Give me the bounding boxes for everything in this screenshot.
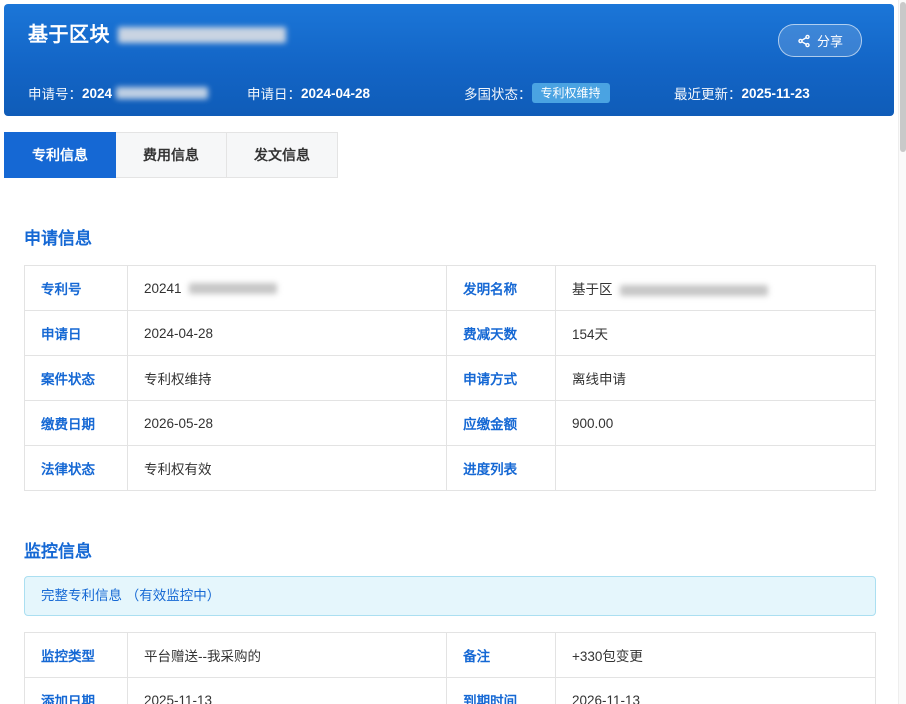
- tab-patent-info[interactable]: 专利信息: [4, 132, 116, 178]
- application-number-label: 申请号：: [28, 83, 82, 103]
- field-value: [556, 446, 876, 491]
- share-button[interactable]: 分享: [778, 24, 862, 57]
- field-label: 发明名称: [447, 266, 556, 311]
- content-area: 申请信息 专利号 20241 发明名称 基于区 申请日: [0, 224, 898, 704]
- application-date-label: 申请日：: [247, 83, 301, 103]
- redacted-invention-name-block: [620, 285, 768, 296]
- field-label: 申请日: [25, 311, 128, 356]
- tab-document-info[interactable]: 发文信息: [227, 132, 338, 178]
- field-value: 20241: [127, 266, 446, 311]
- header-meta-row: 申请号： 2024 申请日： 2024-04-28 多国状态： 专利权维持 最近…: [28, 83, 870, 103]
- field-label: 应缴金额: [447, 401, 556, 446]
- field-value: +330包变更: [556, 633, 876, 678]
- table-row: 专利号 20241 发明名称 基于区: [25, 266, 876, 311]
- header: 基于区块 分享 申请号：: [4, 4, 894, 116]
- scrollbar-thumb[interactable]: [900, 2, 906, 152]
- redacted-title-block: [118, 27, 286, 43]
- vertical-scrollbar[interactable]: [898, 0, 906, 704]
- application-date-value: 2024-04-28: [301, 86, 370, 101]
- section-title-monitor-info: 监控信息: [24, 537, 876, 562]
- multi-country-status-field: 多国状态： 专利权维持: [464, 83, 674, 103]
- application-number-field: 申请号： 2024: [28, 83, 247, 103]
- field-value: 2026-11-13: [556, 678, 876, 704]
- page-title-text: 基于区块: [28, 22, 110, 48]
- field-label: 缴费日期: [25, 401, 128, 446]
- field-value: 2025-11-13: [127, 678, 446, 704]
- field-label: 监控类型: [25, 633, 128, 678]
- application-number-value: 2024: [82, 86, 112, 101]
- table-row: 法律状态 专利权有效 进度列表: [25, 446, 876, 491]
- tab-fee-info[interactable]: 费用信息: [116, 132, 227, 178]
- field-label: 专利号: [25, 266, 128, 311]
- field-label: 添加日期: [25, 678, 128, 704]
- field-value: 专利权维持: [127, 356, 446, 401]
- field-value: 2026-05-28: [127, 401, 446, 446]
- share-button-label: 分享: [817, 31, 843, 50]
- field-label: 到期时间: [447, 678, 556, 704]
- application-date-field: 申请日： 2024-04-28: [247, 83, 464, 103]
- table-row: 添加日期 2025-11-13 到期时间 2026-11-13: [25, 678, 876, 704]
- field-value: 离线申请: [556, 356, 876, 401]
- monitor-info-table: 监控类型 平台赠送--我采购的 备注 +330包变更 添加日期 2025-11-…: [24, 632, 876, 704]
- field-value: 900.00: [556, 401, 876, 446]
- last-update-value: 2025-11-23: [742, 86, 810, 101]
- last-update-label: 最近更新：: [674, 83, 742, 103]
- field-label: 案件状态: [25, 356, 128, 401]
- last-update-field: 最近更新： 2025-11-23: [674, 83, 810, 103]
- application-info-table: 专利号 20241 发明名称 基于区 申请日 2024-04-28 费减天数: [24, 265, 876, 491]
- field-value: 专利权有效: [127, 446, 446, 491]
- share-icon: [797, 34, 811, 48]
- patent-detail-page: 基于区块 分享 申请号：: [0, 4, 898, 704]
- table-row: 监控类型 平台赠送--我采购的 备注 +330包变更: [25, 633, 876, 678]
- field-value: 154天: [556, 311, 876, 356]
- table-row: 案件状态 专利权维持 申请方式 离线申请: [25, 356, 876, 401]
- field-value: 2024-04-28: [127, 311, 446, 356]
- multi-country-status-label: 多国状态：: [464, 83, 532, 103]
- status-badge: 专利权维持: [532, 83, 610, 103]
- table-row: 缴费日期 2026-05-28 应缴金额 900.00: [25, 401, 876, 446]
- field-label: 进度列表: [447, 446, 556, 491]
- patent-number-value: 20241: [144, 281, 182, 296]
- field-label: 备注: [447, 633, 556, 678]
- field-label: 费减天数: [447, 311, 556, 356]
- page-title: 基于区块: [28, 22, 286, 48]
- monitor-status-banner: 完整专利信息 （有效监控中）: [24, 576, 876, 616]
- field-label: 申请方式: [447, 356, 556, 401]
- invention-name-value: 基于区: [572, 282, 613, 297]
- field-value: 平台赠送--我采购的: [127, 633, 446, 678]
- redacted-patent-number-block: [189, 283, 277, 294]
- table-row: 申请日 2024-04-28 费减天数 154天: [25, 311, 876, 356]
- tab-bar: 专利信息 费用信息 发文信息: [4, 132, 898, 178]
- section-title-application-info: 申请信息: [24, 224, 876, 249]
- field-value: 基于区: [556, 266, 876, 311]
- redacted-application-number-block: [116, 87, 208, 99]
- field-label: 法律状态: [25, 446, 128, 491]
